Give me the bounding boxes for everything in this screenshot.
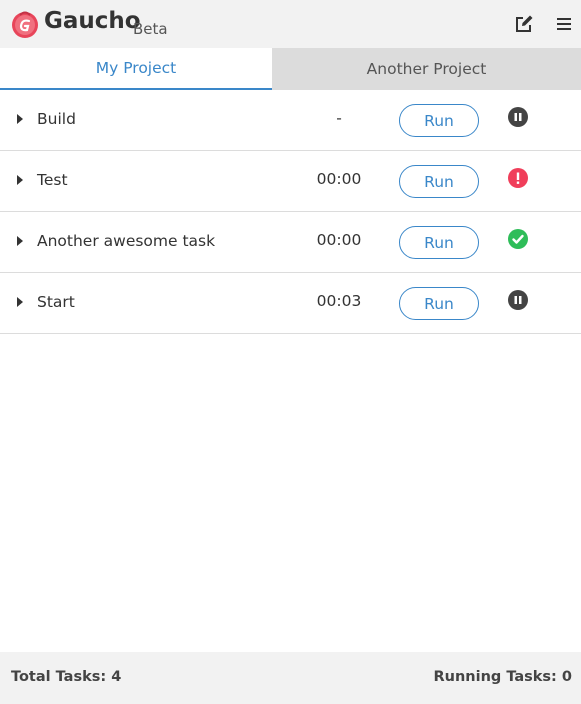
run-button[interactable]: Run — [399, 287, 479, 320]
task-elapsed-time: - — [336, 109, 342, 127]
task-elapsed-time: 00:03 — [316, 292, 362, 310]
edit-button[interactable] — [512, 12, 536, 36]
running-tasks-count: Running Tasks: 0 — [433, 669, 572, 685]
caret-right-icon — [17, 114, 23, 124]
edit-icon — [516, 15, 533, 32]
expand-toggle[interactable] — [14, 173, 26, 187]
expand-toggle[interactable] — [14, 112, 26, 126]
task-elapsed-time: 00:00 — [316, 231, 362, 249]
tab-my-project[interactable]: My Project — [0, 48, 272, 90]
task-row: Start 00:03 Run — [0, 273, 581, 334]
gaucho-logo-icon — [12, 11, 38, 38]
task-name: Test — [37, 171, 68, 189]
project-tabs: My Project Another Project — [0, 48, 581, 90]
caret-right-icon — [17, 175, 23, 185]
tab-another-project[interactable]: Another Project — [272, 48, 581, 90]
caret-right-icon — [17, 236, 23, 246]
status-footer: Total Tasks: 4 Running Tasks: 0 — [0, 652, 581, 704]
run-button[interactable]: Run — [399, 165, 479, 198]
run-button[interactable]: Run — [399, 226, 479, 259]
caret-right-icon — [17, 297, 23, 307]
app-header: Gaucho Beta — [0, 0, 581, 48]
task-row: Another awesome task 00:00 Run — [0, 212, 581, 273]
menu-button[interactable] — [552, 12, 576, 36]
expand-toggle[interactable] — [14, 234, 26, 248]
task-name: Another awesome task — [37, 232, 216, 250]
hamburger-menu-icon — [557, 18, 571, 30]
task-name: Start — [37, 293, 75, 311]
task-name: Build — [37, 110, 76, 128]
beta-badge: Beta — [133, 20, 168, 38]
task-row: Test 00:00 Run — [0, 151, 581, 212]
pause-icon — [508, 290, 528, 310]
total-tasks-count: Total Tasks: 4 — [11, 669, 122, 685]
app-title: Gaucho — [44, 8, 141, 34]
task-elapsed-time: 00:00 — [316, 170, 362, 188]
task-list: Build - Run Test 00:00 Run Another aweso… — [0, 90, 581, 334]
run-button[interactable]: Run — [399, 104, 479, 137]
task-row: Build - Run — [0, 90, 581, 151]
expand-toggle[interactable] — [14, 295, 26, 309]
error-icon — [508, 168, 528, 188]
check-icon — [508, 229, 528, 249]
pause-icon — [508, 107, 528, 127]
